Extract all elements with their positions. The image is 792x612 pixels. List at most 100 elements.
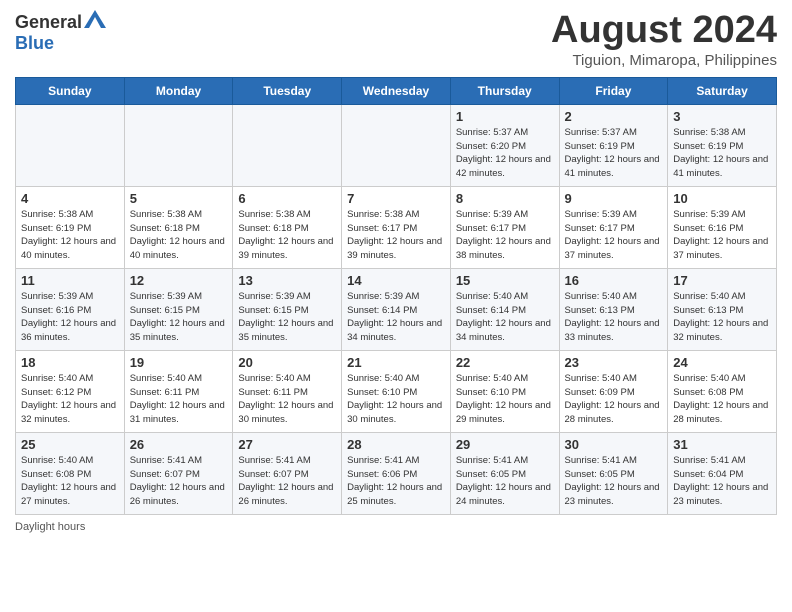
- calendar-cell: [342, 104, 451, 186]
- title-area: August 2024 Tiguion, Mimaropa, Philippin…: [551, 10, 777, 69]
- day-info: Sunrise: 5:41 AM Sunset: 6:05 PM Dayligh…: [565, 454, 663, 509]
- page-header: General Blue August 2024 Tiguion, Mimaro…: [15, 10, 777, 69]
- day-number: 11: [21, 273, 119, 288]
- day-of-week-header: Wednesday: [342, 77, 451, 104]
- logo-text: General Blue: [15, 10, 106, 54]
- calendar-cell: 16Sunrise: 5:40 AM Sunset: 6:13 PM Dayli…: [559, 268, 668, 350]
- day-info: Sunrise: 5:38 AM Sunset: 6:19 PM Dayligh…: [21, 208, 119, 263]
- calendar-cell: 25 Sunrise: 5:40 AM Sunset: 6:08 PM Dayli…: [16, 432, 125, 514]
- calendar-cell: 2 Sunrise: 5:37 AM Sunset: 6:19 PM Daylig…: [559, 104, 668, 186]
- calendar-week-row: 25 Sunrise: 5:40 AM Sunset: 6:08 PM Dayli…: [16, 432, 777, 514]
- day-number: 18: [21, 355, 119, 370]
- calendar-cell: 17 Sunrise: 5:40 AM Sunset: 6:13 PM Dayli…: [668, 268, 777, 350]
- logo-blue: Blue: [15, 33, 54, 53]
- day-number: 23: [565, 355, 663, 370]
- calendar-cell: 12Sunrise: 5:39 AM Sunset: 6:15 PM Dayli…: [124, 268, 233, 350]
- day-number: 25: [21, 437, 119, 452]
- day-number: 27: [238, 437, 336, 452]
- day-of-week-header: Monday: [124, 77, 233, 104]
- calendar-cell: 30Sunrise: 5:41 AM Sunset: 6:05 PM Dayli…: [559, 432, 668, 514]
- calendar-week-row: 1 Sunrise: 5:37 AM Sunset: 6:20 PM Daylig…: [16, 104, 777, 186]
- day-number: 22: [456, 355, 554, 370]
- day-info: Sunrise: 5:39 AM Sunset: 6:16 PM Dayligh…: [21, 290, 119, 345]
- calendar-cell: [16, 104, 125, 186]
- day-number: 5: [130, 191, 228, 206]
- day-number: 26: [130, 437, 228, 452]
- day-info: Sunrise: 5:41 AM Sunset: 6:05 PM Dayligh…: [456, 454, 554, 509]
- day-of-week-header: Thursday: [450, 77, 559, 104]
- calendar-cell: 19 Sunrise: 5:40 AM Sunset: 6:11 PM Dayli…: [124, 350, 233, 432]
- day-number: 10: [673, 191, 771, 206]
- day-info: Sunrise: 5:38 AM Sunset: 6:18 PM Dayligh…: [238, 208, 336, 263]
- day-info: Sunrise: 5:38 AM Sunset: 6:18 PM Dayligh…: [130, 208, 228, 263]
- month-title: August 2024: [551, 10, 777, 52]
- calendar-cell: 9 Sunrise: 5:39 AM Sunset: 6:17 PM Daylig…: [559, 186, 668, 268]
- day-info: Sunrise: 5:39 AM Sunset: 6:17 PM Dayligh…: [565, 208, 663, 263]
- day-info: Sunrise: 5:40 AM Sunset: 6:12 PM Dayligh…: [21, 372, 119, 427]
- calendar-cell: [233, 104, 342, 186]
- day-number: 15: [456, 273, 554, 288]
- calendar-table: SundayMondayTuesdayWednesdayThursdayFrid…: [15, 77, 777, 515]
- calendar-cell: 26 Sunrise: 5:41 AM Sunset: 6:07 PM Dayli…: [124, 432, 233, 514]
- day-number: 7: [347, 191, 445, 206]
- calendar-cell: 5 Sunrise: 5:38 AM Sunset: 6:18 PM Daylig…: [124, 186, 233, 268]
- day-info: Sunrise: 5:37 AM Sunset: 6:20 PM Dayligh…: [456, 126, 554, 181]
- calendar-cell: 27Sunrise: 5:41 AM Sunset: 6:07 PM Dayli…: [233, 432, 342, 514]
- calendar-week-row: 11 Sunrise: 5:39 AM Sunset: 6:16 PM Dayli…: [16, 268, 777, 350]
- day-info: Sunrise: 5:40 AM Sunset: 6:10 PM Dayligh…: [347, 372, 445, 427]
- day-number: 14: [347, 273, 445, 288]
- day-number: 16: [565, 273, 663, 288]
- day-info: Sunrise: 5:40 AM Sunset: 6:08 PM Dayligh…: [21, 454, 119, 509]
- calendar-cell: 31 Sunrise: 5:41 AM Sunset: 6:04 PM Dayli…: [668, 432, 777, 514]
- calendar-cell: 22 Sunrise: 5:40 AM Sunset: 6:10 PM Dayli…: [450, 350, 559, 432]
- day-info: Sunrise: 5:40 AM Sunset: 6:14 PM Dayligh…: [456, 290, 554, 345]
- day-number: 31: [673, 437, 771, 452]
- day-info: Sunrise: 5:38 AM Sunset: 6:17 PM Dayligh…: [347, 208, 445, 263]
- day-number: 19: [130, 355, 228, 370]
- calendar-cell: 23 Sunrise: 5:40 AM Sunset: 6:09 PM Dayli…: [559, 350, 668, 432]
- day-info: Sunrise: 5:37 AM Sunset: 6:19 PM Dayligh…: [565, 126, 663, 181]
- day-info: Sunrise: 5:40 AM Sunset: 6:11 PM Dayligh…: [130, 372, 228, 427]
- day-info: Sunrise: 5:40 AM Sunset: 6:11 PM Dayligh…: [238, 372, 336, 427]
- day-number: 17: [673, 273, 771, 288]
- day-number: 2: [565, 109, 663, 124]
- calendar-cell: 21 Sunrise: 5:40 AM Sunset: 6:10 PM Dayli…: [342, 350, 451, 432]
- day-number: 8: [456, 191, 554, 206]
- calendar-cell: 24 Sunrise: 5:40 AM Sunset: 6:08 PM Dayli…: [668, 350, 777, 432]
- day-of-week-header: Friday: [559, 77, 668, 104]
- day-number: 6: [238, 191, 336, 206]
- day-info: Sunrise: 5:39 AM Sunset: 6:17 PM Dayligh…: [456, 208, 554, 263]
- calendar-body: 1 Sunrise: 5:37 AM Sunset: 6:20 PM Daylig…: [16, 104, 777, 514]
- calendar-cell: 15 Sunrise: 5:40 AM Sunset: 6:14 PM Dayli…: [450, 268, 559, 350]
- day-info: Sunrise: 5:41 AM Sunset: 6:06 PM Dayligh…: [347, 454, 445, 509]
- day-number: 1: [456, 109, 554, 124]
- day-info: Sunrise: 5:40 AM Sunset: 6:08 PM Dayligh…: [673, 372, 771, 427]
- calendar-cell: 13Sunrise: 5:39 AM Sunset: 6:15 PM Dayli…: [233, 268, 342, 350]
- day-number: 21: [347, 355, 445, 370]
- logo-general: General: [15, 12, 82, 32]
- day-info: Sunrise: 5:41 AM Sunset: 6:04 PM Dayligh…: [673, 454, 771, 509]
- day-number: 24: [673, 355, 771, 370]
- day-info: Sunrise: 5:40 AM Sunset: 6:09 PM Dayligh…: [565, 372, 663, 427]
- calendar-cell: 11 Sunrise: 5:39 AM Sunset: 6:16 PM Dayli…: [16, 268, 125, 350]
- day-info: Sunrise: 5:39 AM Sunset: 6:15 PM Dayligh…: [238, 290, 336, 345]
- day-number: 9: [565, 191, 663, 206]
- day-info: Sunrise: 5:40 AM Sunset: 6:10 PM Dayligh…: [456, 372, 554, 427]
- footer: Daylight hours: [15, 521, 777, 533]
- day-info: Sunrise: 5:39 AM Sunset: 6:14 PM Dayligh…: [347, 290, 445, 345]
- calendar-cell: 18 Sunrise: 5:40 AM Sunset: 6:12 PM Dayli…: [16, 350, 125, 432]
- day-of-week-header: Tuesday: [233, 77, 342, 104]
- calendar-cell: 28Sunrise: 5:41 AM Sunset: 6:06 PM Dayli…: [342, 432, 451, 514]
- day-number: 4: [21, 191, 119, 206]
- day-info: Sunrise: 5:41 AM Sunset: 6:07 PM Dayligh…: [130, 454, 228, 509]
- day-number: 3: [673, 109, 771, 124]
- calendar-cell: 8 Sunrise: 5:39 AM Sunset: 6:17 PM Daylig…: [450, 186, 559, 268]
- calendar-cell: 10Sunrise: 5:39 AM Sunset: 6:16 PM Dayli…: [668, 186, 777, 268]
- calendar-cell: [124, 104, 233, 186]
- day-number: 20: [238, 355, 336, 370]
- day-info: Sunrise: 5:40 AM Sunset: 6:13 PM Dayligh…: [673, 290, 771, 345]
- calendar-week-row: 18 Sunrise: 5:40 AM Sunset: 6:12 PM Dayli…: [16, 350, 777, 432]
- calendar-cell: 3Sunrise: 5:38 AM Sunset: 6:19 PM Daylig…: [668, 104, 777, 186]
- logo: General Blue: [15, 10, 106, 54]
- logo-icon: [84, 10, 106, 28]
